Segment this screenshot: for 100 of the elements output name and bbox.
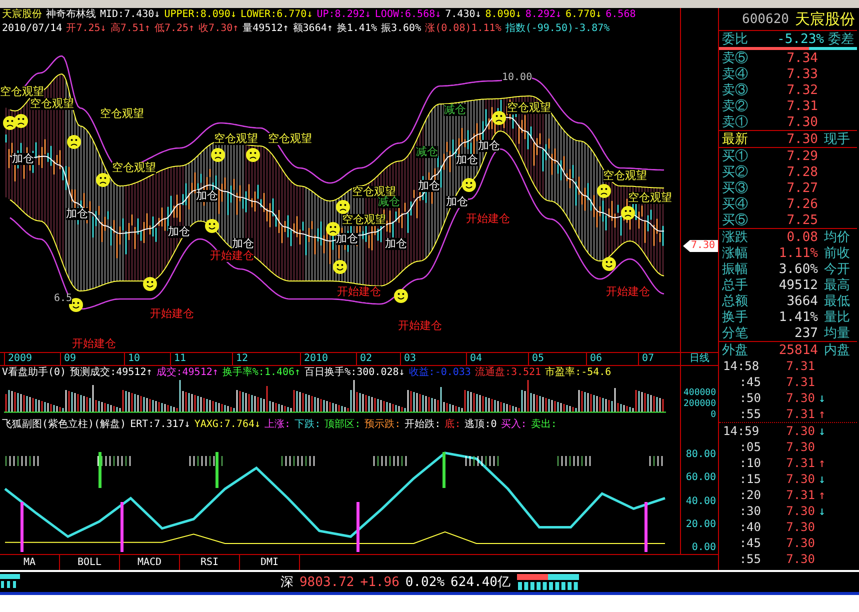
tick-price: 7.30: [785, 552, 815, 566]
indicator-value: 6.770↓: [566, 8, 602, 22]
quote-value: 1.11%: [778, 246, 819, 260]
indicator-stat: 卖出:: [530, 418, 557, 432]
quote-value: 7.25: [786, 212, 819, 228]
tick-price: 7.31: [785, 456, 815, 470]
quote-value: 低7.25↑: [154, 22, 195, 36]
quote-value: 开7.25↓: [66, 22, 106, 36]
volume-stat: 流通盘:3.521: [474, 366, 542, 380]
quote-value: 高7.51↑: [110, 22, 150, 36]
quote-value: 7.27: [786, 180, 819, 196]
signal-label: 空仓观望: [603, 170, 647, 182]
date-label: 2010: [300, 353, 328, 365]
indicator-value: UPPER:8.090↓: [164, 8, 236, 22]
tick-price: 7.30: [785, 536, 815, 550]
quote-value: 0.08: [786, 230, 819, 244]
quote-value: 7.33: [786, 66, 819, 82]
quote-label: 最高: [824, 277, 850, 294]
quote-label: 买②: [722, 164, 749, 181]
quote-label: 涨幅: [722, 245, 749, 262]
stock-code: 600620: [742, 12, 789, 26]
quote-label: 换手: [722, 309, 749, 326]
indicator-value: LOWER:6.770↓: [240, 8, 313, 22]
quote-label: 卖②: [722, 98, 749, 115]
signal-label: 加仓: [456, 154, 478, 166]
axis-value: 400000: [683, 388, 716, 398]
quote-label: 外盘: [722, 342, 749, 359]
quote-value: 指数(-99.50)-3.87%: [505, 22, 610, 36]
indicator-stat: 开始跌:: [404, 418, 441, 432]
quote-label: 内盘: [824, 342, 850, 359]
indicator-name: 神奇布林线: [46, 8, 96, 22]
quote-value: 收7.30↑: [198, 22, 239, 36]
signal-label: 减仓: [444, 104, 466, 116]
indicator-value: LOOW:6.568↓: [374, 8, 442, 22]
sad-face-icon: [96, 173, 110, 187]
quote-value: 7.32: [786, 82, 819, 98]
sad-face-icon: [246, 148, 260, 162]
axis-value: 200000: [683, 399, 716, 409]
quote-value: 振3.60%: [381, 22, 422, 36]
indicator-value: UP:8.292↓: [316, 8, 371, 22]
indicator-value: MID:7.430↓: [100, 8, 160, 22]
market-breadth-icon: [516, 574, 579, 590]
signal-label: 减仓: [378, 196, 400, 208]
volume-stat: 收益:-0.033: [408, 366, 471, 380]
tick-time: :30: [738, 504, 762, 518]
quote-value: 1.41%: [778, 310, 819, 324]
tick-arrow: ↑: [817, 407, 827, 421]
indicator-stat: 买入:: [500, 418, 527, 432]
signal-label: 空仓观望: [0, 86, 44, 98]
indicator-value: 8.090↓: [485, 8, 522, 22]
indicator-value: 7.430↓: [445, 8, 482, 22]
signal-label: 加仓: [168, 226, 190, 238]
sad-face-icon: [621, 206, 635, 220]
quote-label: 涨跌: [722, 229, 749, 246]
date-label: 03: [400, 353, 416, 365]
indicator-stat: 预示跌:: [364, 418, 401, 432]
quote-value: 7.28: [786, 164, 819, 180]
quote-value: 7.29: [786, 148, 819, 164]
smiley-face-icon: [205, 219, 219, 233]
tick-time: :45: [738, 536, 762, 550]
sad-face-icon: [14, 114, 28, 128]
quote-label: 委差: [828, 31, 854, 48]
quote-label: 分笔: [722, 325, 749, 342]
signal-label: 空仓观望: [268, 133, 312, 145]
quote-label: 总手: [722, 277, 749, 294]
quote-label: 均量: [824, 325, 850, 342]
smiley-face-icon: [143, 277, 157, 291]
axis-value: 60.00: [686, 473, 716, 484]
signal-label: 空仓观望: [628, 192, 672, 204]
tick-time: :55: [738, 552, 762, 566]
quote-label: 量比: [824, 309, 850, 326]
tick-price: 7.31: [785, 488, 815, 502]
tick-price: 7.30: [785, 440, 815, 454]
date-label: 02: [356, 353, 372, 365]
indicator-value: 8.292↓: [525, 8, 562, 22]
tick-arrow: ↓: [817, 472, 827, 486]
smiley-face-icon: [602, 257, 616, 271]
sad-face-icon: [211, 148, 225, 162]
signal-label: 加仓: [232, 238, 254, 250]
signal-label: 空仓观望: [214, 133, 258, 145]
tick-price: 7.31: [785, 375, 815, 389]
tick-arrow: ↓: [817, 504, 827, 518]
indicator-stat: 上涨:: [264, 418, 291, 432]
signal-label: 开始建仓: [150, 308, 194, 320]
signal-label: 开始建仓: [606, 286, 650, 298]
signal-label: 空仓观望: [100, 108, 144, 120]
tick-price: 7.30: [785, 391, 815, 405]
tick-time: :05: [738, 440, 762, 454]
quote-value: 7.26: [786, 196, 819, 212]
price-tag: 7.30: [683, 240, 718, 252]
indicator-stat: 下跌:: [294, 418, 321, 432]
quote-label: 卖⑤: [722, 50, 749, 67]
signal-label: 加仓: [66, 208, 88, 220]
tick-time: :55: [738, 407, 762, 421]
date-label: 06: [586, 353, 602, 365]
indicator-stat: 逃顶:0: [464, 418, 497, 432]
ask-ratio-bar: [809, 47, 857, 50]
quote-value: 量49512↑: [242, 22, 289, 36]
signal-label: 加仓: [336, 233, 358, 245]
tick-arrow: ↓: [817, 424, 827, 438]
